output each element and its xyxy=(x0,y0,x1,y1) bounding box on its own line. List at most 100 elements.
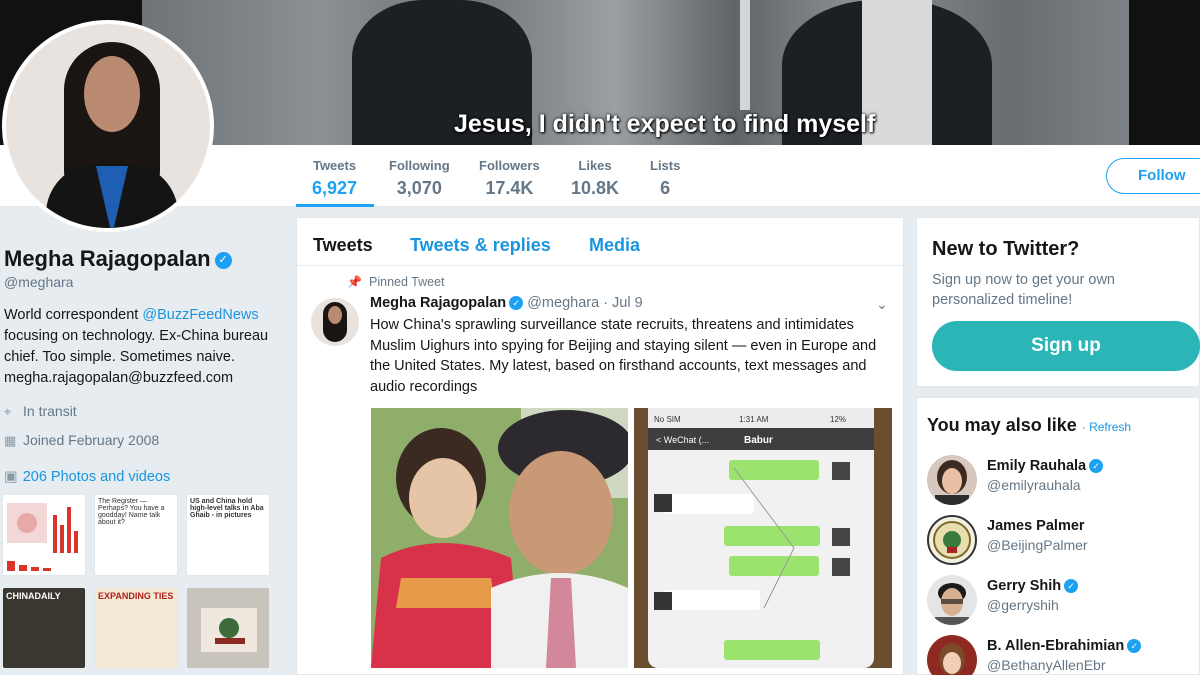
pinned-label: Pinned Tweet xyxy=(369,275,445,289)
bio-text: focusing on technology. Ex-China bureau xyxy=(4,328,269,344)
banner-pole xyxy=(740,0,750,110)
stat-value: 17.4K xyxy=(485,178,534,198)
avatar-graphic xyxy=(933,521,971,559)
media-thumbnail[interactable] xyxy=(186,587,270,669)
calendar-icon: ▦ xyxy=(4,433,17,448)
phone-carrier: No SIM xyxy=(654,415,681,424)
tweet-avatar[interactable] xyxy=(311,298,359,346)
photos-videos-link[interactable]: ▣ 206 Photos and videos xyxy=(4,469,170,485)
user-handle[interactable]: @BethanyAllenEbr xyxy=(987,657,1106,673)
media-thumbnail[interactable]: US and China hold high-level talks in Ab… xyxy=(186,494,270,576)
tweet-author[interactable]: Megha Rajagopalan xyxy=(370,295,506,311)
user-name[interactable]: Gerry Shih ✓ xyxy=(987,578,1079,594)
suggested-user[interactable]: Gerry Shih ✓ @gerryshih xyxy=(927,575,1197,627)
verified-icon: ✓ xyxy=(214,251,232,269)
media-thumbnail[interactable]: CHINADAILY xyxy=(2,587,86,669)
stat-value: 10.8K xyxy=(571,178,620,198)
tweet-avatar-face xyxy=(328,306,342,324)
tweet-text: How China's sprawling surveillance state… xyxy=(370,317,877,395)
media-thumbnail[interactable] xyxy=(2,494,86,576)
verified-icon: ✓ xyxy=(509,296,524,311)
refresh-link[interactable]: · Refresh xyxy=(1082,420,1131,434)
tweet-photo-portrait[interactable] xyxy=(371,408,628,668)
thumb-text: The Register — Perhaps? You have a goodd… xyxy=(98,498,165,526)
user-avatar[interactable] xyxy=(927,635,977,675)
photo-icon: ▣ xyxy=(4,469,18,485)
avatar-graphic xyxy=(939,643,965,675)
location-icon: ⌖ xyxy=(4,404,12,419)
photo-graphic xyxy=(371,408,628,668)
follow-button[interactable]: Follow xyxy=(1106,158,1200,194)
user-handle[interactable]: @BeijingPalmer xyxy=(987,537,1088,553)
chevron-down-icon[interactable]: ⌄ xyxy=(876,296,888,313)
avatar-graphic xyxy=(935,583,969,625)
media-thumbnail[interactable]: EXPANDING TIES xyxy=(94,587,178,669)
phone-time: 1:31 AM xyxy=(739,415,769,424)
bio-text: chief. Too simple. Sometimes naive. xyxy=(4,349,236,365)
tab-tweets-replies[interactable]: Tweets & replies xyxy=(410,235,551,256)
verified-icon: ✓ xyxy=(1127,639,1142,654)
suggested-user[interactable]: B. Allen-Ebrahimian ✓ @BethanyAllenEbr xyxy=(927,635,1197,675)
tab-media[interactable]: Media xyxy=(589,235,640,256)
stat-tweets[interactable]: Tweets 6,927 xyxy=(312,158,357,199)
active-stat-indicator xyxy=(296,204,374,207)
stat-label: Following xyxy=(389,158,450,173)
bio-text: World correspondent xyxy=(4,307,143,323)
thumb-photo-graphic xyxy=(201,608,257,652)
avatar-graphic xyxy=(935,460,969,505)
user-handle[interactable]: @gerryshih xyxy=(987,597,1059,613)
thumb-text: US and China hold high-level talks in Ab… xyxy=(190,498,264,519)
user-name[interactable]: James Palmer xyxy=(987,518,1085,534)
user-name[interactable]: B. Allen-Ebrahimian ✓ xyxy=(987,638,1142,654)
you-may-also-like-panel: You may also like · Refresh Emily Rauhal… xyxy=(916,397,1200,675)
thumb-text: EXPANDING TIES xyxy=(98,591,174,601)
stat-likes[interactable]: Likes 10.8K xyxy=(571,158,619,199)
timeline-tabs: Tweets Tweets & replies Media xyxy=(297,218,903,266)
tweet-timeline: Tweets Tweets & replies Media 📌 Pinned T… xyxy=(296,217,904,675)
suggested-user[interactable]: James Palmer @BeijingPalmer xyxy=(927,515,1197,567)
user-avatar[interactable] xyxy=(927,515,977,565)
profile-handle[interactable]: @meghara xyxy=(4,274,73,290)
stat-label: Lists xyxy=(650,158,681,173)
phone-battery: 12% xyxy=(830,415,846,424)
tweet-header: Megha Rajagopalan ✓ @meghara · Jul 9 xyxy=(370,295,643,311)
location-text: In transit xyxy=(23,403,77,419)
tweet-photo-phone[interactable]: No SIM 1:31 AM 12% < WeChat (... Babur xyxy=(634,408,892,668)
stat-lists[interactable]: Lists 6 xyxy=(650,158,680,199)
tweet-handle[interactable]: @meghara xyxy=(527,295,599,311)
thumb-chart-graphic xyxy=(7,503,78,571)
tweet-date[interactable]: · Jul 9 xyxy=(603,295,643,311)
tab-tweets[interactable]: Tweets xyxy=(313,235,373,256)
user-name-text[interactable]: B. Allen-Ebrahimian xyxy=(987,638,1124,654)
media-thumbnail[interactable]: The Register — Perhaps? You have a goodd… xyxy=(94,494,178,576)
verified-icon: ✓ xyxy=(1089,459,1104,474)
verified-icon: ✓ xyxy=(1064,579,1079,594)
new-to-twitter-subtitle: Sign up now to get your own personalized… xyxy=(932,272,1115,308)
profile-avatar[interactable] xyxy=(2,20,214,232)
bio-mention-link[interactable]: @BuzzFeedNews xyxy=(142,307,258,323)
stat-label: Tweets xyxy=(312,158,357,173)
sign-up-button[interactable]: Sign up xyxy=(932,321,1200,371)
stat-following[interactable]: Following 3,070 xyxy=(389,158,450,199)
user-handle[interactable]: @emilyrauhala xyxy=(987,477,1081,493)
profile-name-text[interactable]: Megha Rajagopalan xyxy=(4,246,211,271)
stat-value: 6 xyxy=(660,178,671,198)
new-to-twitter-panel: New to Twitter? Sign up now to get your … xyxy=(916,217,1200,387)
user-avatar[interactable] xyxy=(927,455,977,505)
user-name-text[interactable]: James Palmer xyxy=(987,518,1085,534)
panel-title-text: You may also like xyxy=(927,415,1077,435)
joined-text: Joined February 2008 xyxy=(23,432,160,448)
stat-followers[interactable]: Followers 17.4K xyxy=(479,158,540,199)
suggested-user[interactable]: Emily Rauhala ✓ @emilyrauhala xyxy=(927,455,1197,507)
user-name[interactable]: Emily Rauhala ✓ xyxy=(987,458,1104,474)
phone-graphic: No SIM 1:31 AM 12% < WeChat (... Babur xyxy=(634,408,892,668)
new-to-twitter-title: New to Twitter? xyxy=(932,238,1080,260)
pin-icon: 📌 xyxy=(347,275,362,289)
user-avatar[interactable] xyxy=(927,575,977,625)
user-name-text[interactable]: Gerry Shih xyxy=(987,578,1061,594)
user-name-text[interactable]: Emily Rauhala xyxy=(987,458,1086,474)
thumb-text: CHINADAILY xyxy=(6,591,61,601)
stat-value: 6,927 xyxy=(312,178,358,198)
profile-name[interactable]: Megha Rajagopalan ✓ xyxy=(4,246,232,272)
photos-text[interactable]: 206 Photos and videos xyxy=(23,469,171,485)
